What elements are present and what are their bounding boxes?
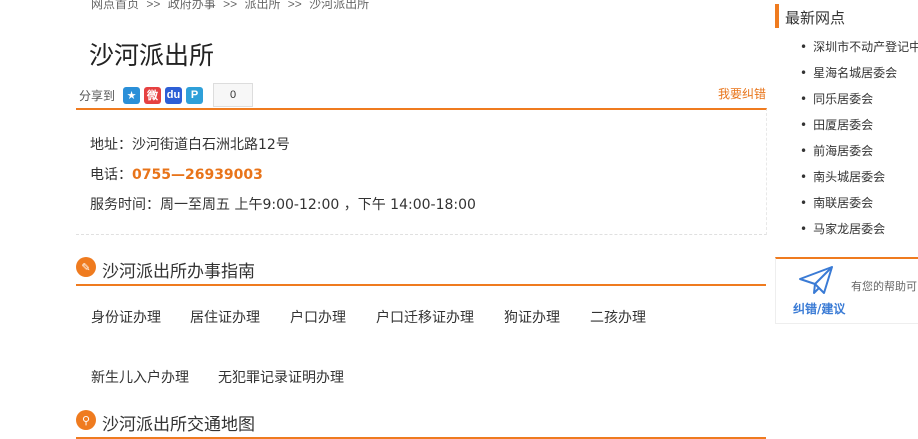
report-error-link[interactable]: 我要纠错 — [718, 85, 766, 102]
hours-text: 服务时间：周一至周五 上午9:00-12:00 ，下午 14:00-18:00 — [90, 197, 476, 213]
guide-link-newborn[interactable]: 新生儿入户办理 — [91, 367, 189, 387]
sidebar-item[interactable]: 同乐居委会 — [800, 90, 873, 107]
sidebar-item[interactable]: 田厦居委会 — [800, 116, 873, 133]
guide-link-dog-license[interactable]: 狗证办理 — [504, 307, 560, 327]
info-box: 地址：沙河街道白石洲北路12号 电话：0755—26939003 服务时间：周一… — [76, 108, 767, 235]
guide-link-id-card[interactable]: 身份证办理 — [91, 307, 161, 327]
guide-section-header: ✎ 沙河派出所办事指南 — [76, 257, 766, 286]
breadcrumb-sep: >> — [287, 0, 302, 11]
phone-row: 电话：0755—26939003 — [90, 164, 263, 184]
weibo-icon[interactable]: 微 — [144, 86, 162, 104]
pengyou-icon[interactable]: P — [186, 86, 204, 104]
sidebar-item[interactable]: 前海居委会 — [800, 142, 873, 159]
sidebar-item[interactable]: 马家龙居委会 — [800, 220, 885, 237]
sidebar-item[interactable]: 深圳市不动产登记中 — [800, 38, 918, 55]
address-text: 地址：沙河街道白石洲北路12号 — [90, 137, 290, 153]
phone-value: 0755—26939003 — [132, 167, 263, 183]
guide-link-hukou-transfer[interactable]: 户口迁移证办理 — [376, 307, 474, 327]
breadcrumb: 网点首页 >> 政府办事 >> 派出所 >> 沙河派出所 — [91, 0, 373, 12]
breadcrumb-current: 沙河派出所 — [309, 0, 370, 11]
guide-link-second-child[interactable]: 二孩办理 — [590, 307, 646, 327]
share-bar: 分享到 ★ 微 du P 0 — [77, 83, 257, 107]
breadcrumb-sep: >> — [223, 0, 238, 11]
breadcrumb-home[interactable]: 网点首页 — [91, 0, 139, 11]
traffic-title: 沙河派出所交通地图 — [102, 415, 255, 435]
baidu-icon[interactable]: du — [165, 86, 183, 104]
breadcrumb-police[interactable]: 派出所 — [244, 0, 280, 11]
map-icon: ⚲ — [76, 410, 96, 430]
phone-label: 电话： — [90, 167, 132, 183]
sidebar-title-bar: 最新网点 — [775, 4, 918, 28]
sidebar-item[interactable]: 南头城居委会 — [800, 168, 885, 185]
guide-link-no-criminal-record[interactable]: 无犯罪记录证明办理 — [218, 367, 344, 387]
breadcrumb-sep: >> — [146, 0, 161, 11]
guide-title: 沙河派出所办事指南 — [102, 262, 255, 282]
guide-link-hukou[interactable]: 户口办理 — [290, 307, 346, 327]
sidebar-item[interactable]: 南联居委会 — [800, 194, 873, 211]
breadcrumb-gov[interactable]: 政府办事 — [168, 0, 216, 11]
paper-plane-icon — [799, 266, 833, 294]
sidebar-title: 最新网点 — [785, 9, 846, 27]
traffic-section-header: ⚲ 沙河派出所交通地图 — [76, 410, 766, 439]
share-count[interactable]: 0 — [213, 83, 254, 107]
clipboard-icon: ✎ — [76, 257, 96, 277]
feedback-text: 有您的帮助可 — [851, 280, 917, 293]
qzone-icon[interactable]: ★ — [123, 86, 141, 104]
share-label: 分享到 — [79, 88, 116, 103]
feedback-box[interactable]: 纠错/建议 有您的帮助可 — [775, 257, 918, 324]
guide-link-residence-permit[interactable]: 居住证办理 — [190, 307, 260, 327]
page-title: 沙河派出所 — [89, 41, 215, 70]
sidebar-item[interactable]: 星海名城居委会 — [800, 64, 897, 81]
feedback-label[interactable]: 纠错/建议 — [793, 300, 845, 317]
